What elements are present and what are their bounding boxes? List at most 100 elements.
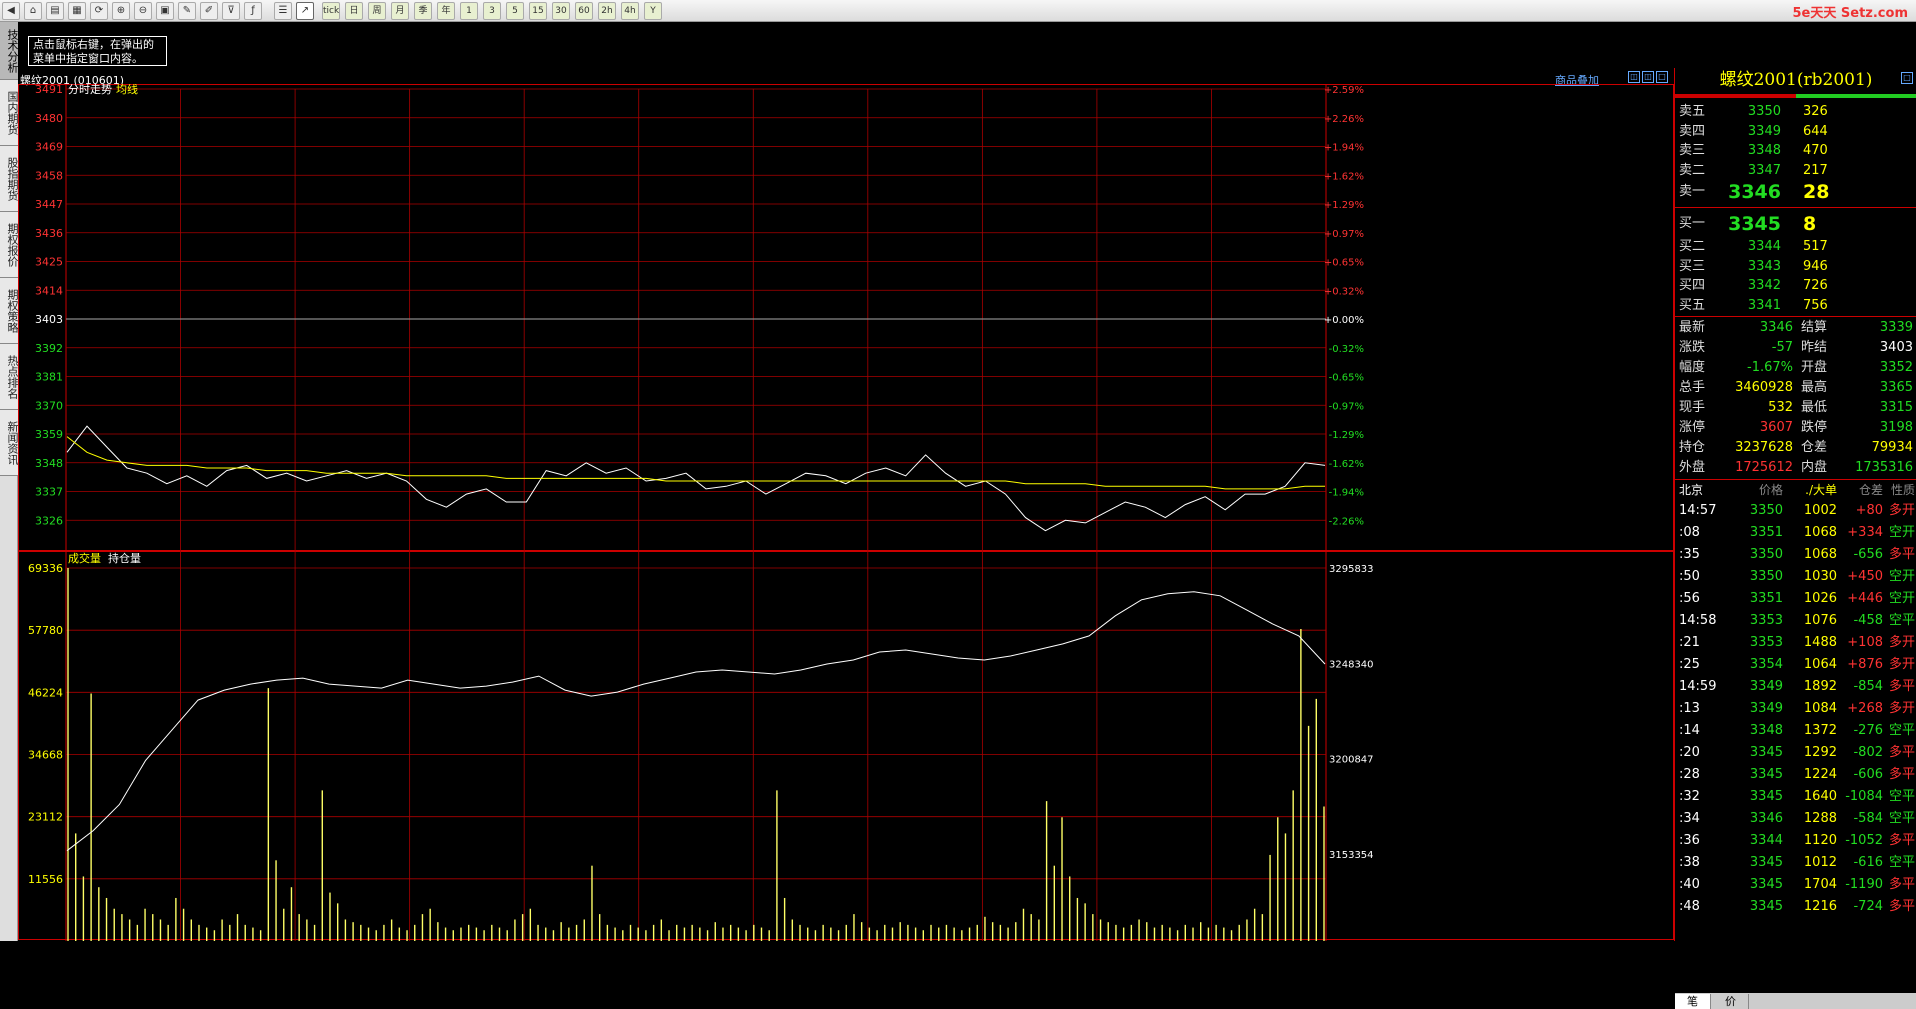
left-tab-5[interactable]: 热点排名 xyxy=(0,344,19,410)
pct-tick-label: +2.59% xyxy=(1324,85,1364,96)
panel-toggle-icon[interactable]: □ xyxy=(1901,72,1913,84)
tick-row-cell: :40 xyxy=(1679,877,1700,892)
bid-row-cell: 买三 xyxy=(1679,258,1706,274)
divider xyxy=(1675,316,1916,317)
back-icon[interactable]: ◀ xyxy=(2,2,20,20)
ask-row-cell: 卖四 xyxy=(1679,123,1706,139)
period-button-3[interactable]: 月 xyxy=(391,2,409,20)
tick-row-cell: :14 xyxy=(1679,723,1700,738)
home-icon[interactable]: ⌂ xyxy=(24,2,42,20)
tick-row-cell: +80 xyxy=(1855,503,1883,518)
period-button-7[interactable]: 3 xyxy=(483,2,501,20)
tick-row: :36 3344 1120 -1052 多平 xyxy=(1675,831,1916,850)
stat-row-cell: 3403 xyxy=(1879,340,1913,355)
tick-row-cell: 空平 xyxy=(1888,613,1915,628)
tick-row-cell: +268 xyxy=(1847,701,1883,716)
formula-icon[interactable]: ƒ xyxy=(244,2,262,20)
refresh-icon[interactable]: ⟳ xyxy=(90,2,108,20)
period-button-4[interactable]: 季 xyxy=(414,2,432,20)
left-tab-1[interactable]: 国内期货 xyxy=(0,80,19,146)
tick-row: :32 3345 1640 -1084 空平 xyxy=(1675,787,1916,806)
draw-icon[interactable]: ✐ xyxy=(200,2,218,20)
left-tab-0[interactable]: 技术分析 xyxy=(0,22,19,80)
left-tab-3[interactable]: 期权报价 xyxy=(0,212,19,278)
chart-icon[interactable]: ↗ xyxy=(296,2,314,20)
pen-icon[interactable]: ✎ xyxy=(178,2,196,20)
tick-row-cell: 3354 xyxy=(1749,657,1783,672)
bid-row-cell: 3343 xyxy=(1747,258,1781,274)
period-button-5[interactable]: 年 xyxy=(437,2,455,20)
quote-title-bar xyxy=(1675,94,1916,98)
period-button-13[interactable]: 4h xyxy=(621,2,639,20)
bid-row-cell: 买一 xyxy=(1679,216,1706,231)
period-button-2[interactable]: 周 xyxy=(368,2,386,20)
restore-icon[interactable]: ◫ xyxy=(1628,71,1640,83)
stat-row-cell: 结算 xyxy=(1801,320,1828,335)
tick-row: 14:59 3349 1892 -854 多平 xyxy=(1675,677,1916,696)
pct-tick-label: +2.26% xyxy=(1324,114,1364,125)
tick-row-cell: 14:58 xyxy=(1679,613,1717,628)
zoom-out-icon[interactable]: ⊖ xyxy=(134,2,152,20)
tick-row-cell: 多平 xyxy=(1888,833,1915,848)
news-icon[interactable]: ▦ xyxy=(68,2,86,20)
tick-row-cell: 3351 xyxy=(1749,525,1783,540)
period-button-9[interactable]: 15 xyxy=(529,2,547,20)
left-tab-6[interactable]: 新闻资讯 xyxy=(0,410,19,476)
ask-row-cell: 28 xyxy=(1803,181,1830,203)
bid-row-cell: 756 xyxy=(1803,297,1828,313)
ticks-header-cell: 价格 xyxy=(1758,483,1783,497)
list-icon[interactable]: ☰ xyxy=(274,2,292,20)
left-tab-2[interactable]: 股指期货 xyxy=(0,146,19,212)
stat-row: 持仓 3237628 仓差 79934 xyxy=(1675,438,1916,457)
split-icon[interactable]: ◫ xyxy=(1642,71,1654,83)
zoom-in-icon[interactable]: ⊕ xyxy=(112,2,130,20)
period-button-0[interactable]: tick xyxy=(322,2,340,20)
period-button-1[interactable]: 日 xyxy=(345,2,363,20)
period-button-10[interactable]: 30 xyxy=(552,2,570,20)
filter-icon[interactable]: ⊽ xyxy=(222,2,240,20)
stat-row-cell: 1725612 xyxy=(1735,460,1793,475)
stat-row: 总手 3460928 最高 3365 xyxy=(1675,378,1916,397)
price-tick-label: 3348 xyxy=(35,457,63,470)
tick-tab-0[interactable]: 笔 xyxy=(1675,994,1711,1009)
stat-row-cell: 涨停 xyxy=(1679,420,1706,435)
stat-row-cell: 涨跌 xyxy=(1679,340,1706,355)
intraday-chart[interactable]: 21:0021:3022:0022:3023:0009:3010:0011:00… xyxy=(18,84,1674,941)
tick-row-cell: 多开 xyxy=(1888,503,1915,518)
tick-row-cell: -724 xyxy=(1853,899,1883,914)
tick-row: :50 3350 1030 +450 空开 xyxy=(1675,567,1916,586)
tick-row-cell: 3348 xyxy=(1749,723,1783,738)
bid-row-cell: 买五 xyxy=(1679,297,1706,313)
bid-row-cell: 3344 xyxy=(1747,239,1781,254)
ask-row-cell: 3346 xyxy=(1728,181,1781,203)
tick-row: :20 3345 1292 -802 多平 xyxy=(1675,743,1916,762)
book-icon[interactable]: ▤ xyxy=(46,2,64,20)
window-icon[interactable]: ▣ xyxy=(156,2,174,20)
ticks-header-cell: ./大单 xyxy=(1805,483,1837,497)
period-button-12[interactable]: 2h xyxy=(598,2,616,20)
ask-row-cell: 3347 xyxy=(1747,162,1781,178)
tick-row-cell: 3350 xyxy=(1749,547,1783,562)
period-button-11[interactable]: 60 xyxy=(575,2,593,20)
tick-row-cell: 1224 xyxy=(1803,767,1837,782)
tick-tab-1[interactable]: 价 xyxy=(1713,994,1749,1009)
tick-row-cell: 14:59 xyxy=(1679,679,1717,694)
period-button-6[interactable]: 1 xyxy=(460,2,478,20)
divider xyxy=(1675,207,1916,208)
left-tab-4[interactable]: 期权策略 xyxy=(0,278,19,344)
tick-row: :28 3345 1224 -606 多平 xyxy=(1675,765,1916,784)
period-button-8[interactable]: 5 xyxy=(506,2,524,20)
tick-row-cell: -1052 xyxy=(1845,833,1883,848)
bid-row: 买一 3345 8 xyxy=(1675,211,1916,237)
ask-row-cell: 326 xyxy=(1803,104,1828,119)
price-tick-label: 3447 xyxy=(35,198,63,211)
bid-row-cell: 726 xyxy=(1803,278,1828,293)
period-button-14[interactable]: Y xyxy=(644,2,662,20)
price-tick-label: 3392 xyxy=(35,342,63,355)
tick-row-cell: :21 xyxy=(1679,635,1700,650)
ask-row-cell: 3349 xyxy=(1747,123,1781,139)
tick-row-cell: 1026 xyxy=(1803,591,1837,606)
tick-row-cell: +446 xyxy=(1847,591,1883,606)
maximize-icon[interactable]: □ xyxy=(1656,71,1668,83)
tick-row-cell: +334 xyxy=(1847,525,1883,540)
